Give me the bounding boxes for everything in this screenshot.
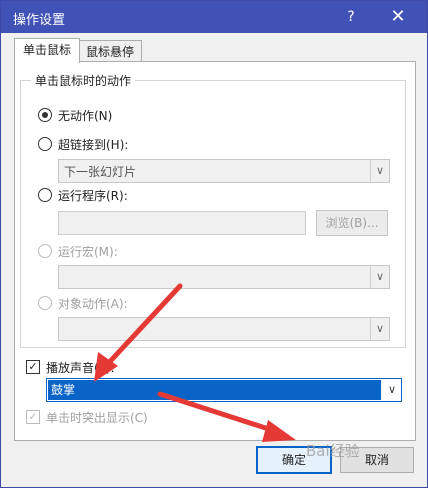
tab-mouse-click[interactable]: 单击鼠标 <box>14 38 80 63</box>
watermark: Bai经验 <box>306 442 360 460</box>
annotation-arrows <box>94 283 296 442</box>
arrow-to-sound-dropdown <box>94 283 183 382</box>
arrow-to-ok-button <box>157 391 296 442</box>
